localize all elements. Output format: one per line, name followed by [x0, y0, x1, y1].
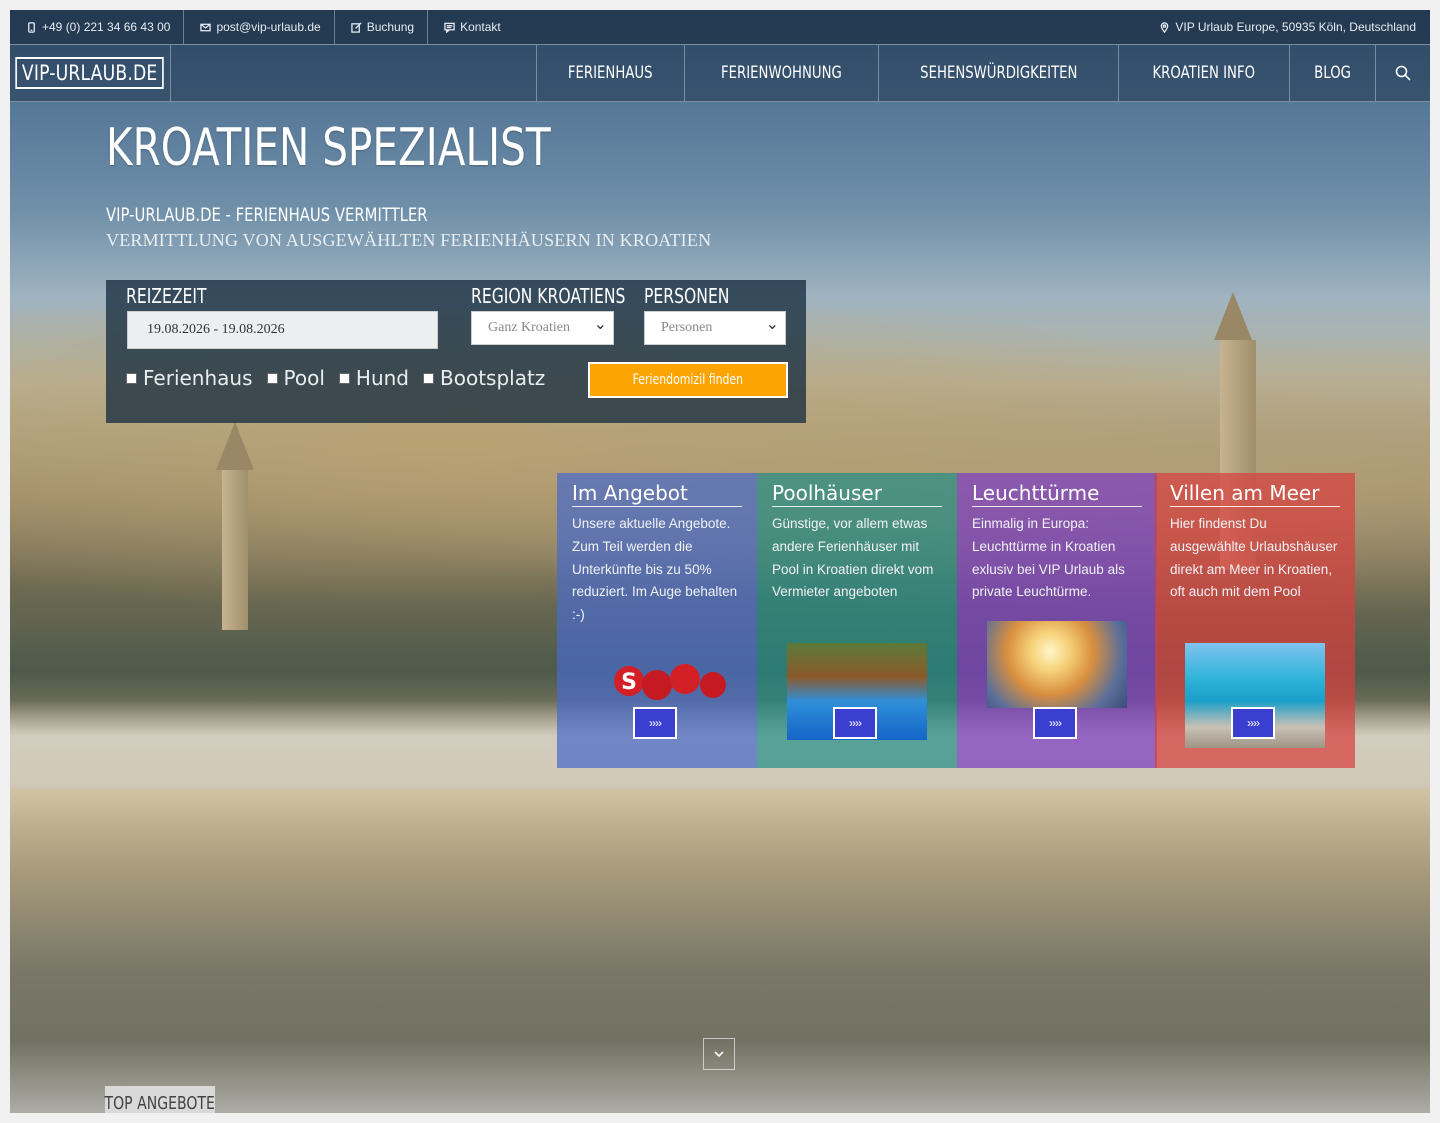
- address: VIP Urlaub Europe, 50935 Köln, Deutschla…: [1159, 10, 1430, 44]
- checkbox-hund[interactable]: Hund: [338, 366, 409, 390]
- persons-select[interactable]: Personen: [644, 311, 786, 345]
- find-holiday-home-button[interactable]: Feriendomizil finden: [588, 362, 788, 398]
- checkbox-ferienhaus[interactable]: Ferienhaus: [126, 366, 253, 390]
- search-icon: [1395, 65, 1411, 81]
- chat-icon: [444, 22, 455, 33]
- card-im-angebot: Im Angebot Unsere aktuelle Angebote. Zum…: [557, 473, 757, 768]
- card-poolhaeuser: Poolhäuser Günstige, vor allem etwas and…: [757, 473, 957, 768]
- card-villen-am-meer: Villen am Meer Hier findenst Du ausgewäh…: [1155, 473, 1355, 768]
- search-button[interactable]: [1375, 45, 1430, 101]
- phone-text: +49 (0) 221 34 66 43 00: [42, 20, 171, 34]
- card-arrow-button[interactable]: ››››: [833, 707, 877, 739]
- chevron-down-icon: [714, 1051, 724, 1058]
- card-text: Günstige, vor allem etwas andere Ferienh…: [772, 516, 934, 600]
- email-link[interactable]: post@vip-urlaub.de: [184, 10, 335, 44]
- location-pin-icon: [1161, 21, 1169, 33]
- top-offers-tab[interactable]: TOP ANGEBOTE: [105, 1086, 215, 1113]
- nav-menu: Ferienhaus Ferienwohnung Sehenswürdigkei…: [536, 45, 1430, 101]
- persons-label: PERSONEN: [644, 284, 730, 308]
- sale-image[interactable]: S: [587, 655, 727, 705]
- booking-text: Buchung: [366, 20, 415, 34]
- nav-item-ferienhaus[interactable]: Ferienhaus: [536, 45, 683, 101]
- card-arrow-button[interactable]: ››››: [633, 707, 677, 739]
- logo-container: VIP-URLAUB.DE: [10, 45, 171, 101]
- nav-item-kroatien-info[interactable]: Kroatien Info: [1118, 45, 1289, 101]
- card-title[interactable]: Im Angebot: [572, 481, 742, 507]
- phone-link[interactable]: +49 (0) 221 34 66 43 00: [10, 10, 185, 44]
- church-tower-left: [216, 422, 254, 630]
- filter-checkboxes: Ferienhaus Pool Hund Bootsplatz: [126, 366, 545, 390]
- email-text: post@vip-urlaub.de: [216, 20, 321, 34]
- card-text: Einmalig in Europa: Leuchttürme in Kroat…: [972, 516, 1125, 600]
- checkbox-box[interactable]: [266, 372, 278, 384]
- checkbox-bootsplatz[interactable]: Bootsplatz: [423, 366, 545, 390]
- checkbox-box[interactable]: [338, 372, 350, 384]
- address-text: VIP Urlaub Europe, 50935 Köln, Deutschla…: [1175, 20, 1416, 34]
- scroll-down-button[interactable]: [703, 1038, 735, 1070]
- hero-title: KROATIEN SPEZIALIST: [106, 118, 551, 178]
- sale-balloons-image: S: [614, 664, 726, 700]
- card-title[interactable]: Villen am Meer: [1170, 481, 1340, 507]
- date-range-input[interactable]: 19.08.2026 - 19.08.2026: [127, 311, 438, 349]
- booking-link[interactable]: Buchung: [335, 10, 429, 44]
- card-arrow-button[interactable]: ››››: [1033, 707, 1077, 739]
- region-label: REGION KROATIENS: [471, 284, 626, 308]
- svg-text:S: S: [621, 670, 637, 695]
- card-title[interactable]: Poolhäuser: [772, 481, 942, 507]
- main-navigation: VIP-URLAUB.DE Ferienhaus Ferienwohnung S…: [10, 44, 1430, 102]
- top-info-bar: +49 (0) 221 34 66 43 00 post@vip-urlaub.…: [10, 10, 1430, 44]
- card-text: Hier findenst Du ausgewählte Urlaubshäus…: [1170, 516, 1338, 600]
- hero-subtitle: VIP-URLAUB.DE - FERIENHAUS VERMITTLER: [106, 204, 428, 226]
- contact-text: Kontakt: [460, 20, 501, 34]
- card-arrow-button[interactable]: ››››: [1231, 707, 1275, 739]
- edit-icon: [350, 21, 362, 33]
- card-title[interactable]: Leuchttürme: [972, 481, 1142, 507]
- card-text: Unsere aktuelle Angebote. Zum Teil werde…: [572, 516, 738, 623]
- travel-period-label: REIZEZEIT: [126, 284, 207, 308]
- site-logo[interactable]: VIP-URLAUB.DE: [15, 57, 165, 89]
- checkbox-pool[interactable]: Pool: [266, 366, 325, 390]
- phone-icon: [28, 21, 35, 33]
- card-leuchttuerme: Leuchttürme Einmalig in Europa: Leuchttü…: [957, 473, 1157, 768]
- hero-tagline: VERMITTLUNG VON AUSGEWÄHLTEN FERIENHÄUSE…: [106, 230, 712, 250]
- lighthouse-image[interactable]: [987, 621, 1127, 708]
- page-frame: +49 (0) 221 34 66 43 00 post@vip-urlaub.…: [10, 10, 1430, 1113]
- checkbox-box[interactable]: [126, 372, 137, 384]
- nav-item-blog[interactable]: Blog: [1288, 45, 1375, 101]
- search-panel: REIZEZEIT 19.08.2026 - 19.08.2026 REGION…: [106, 280, 806, 423]
- envelope-icon: [200, 23, 212, 31]
- region-select[interactable]: Ganz Kroatien: [471, 311, 614, 345]
- nav-item-ferienwohnung[interactable]: Ferienwohnung: [683, 45, 878, 101]
- checkbox-box[interactable]: [423, 372, 434, 384]
- nav-item-sehenswuerdigkeiten[interactable]: Sehenswürdigkeiten: [877, 45, 1119, 101]
- contact-link[interactable]: Kontakt: [428, 10, 514, 44]
